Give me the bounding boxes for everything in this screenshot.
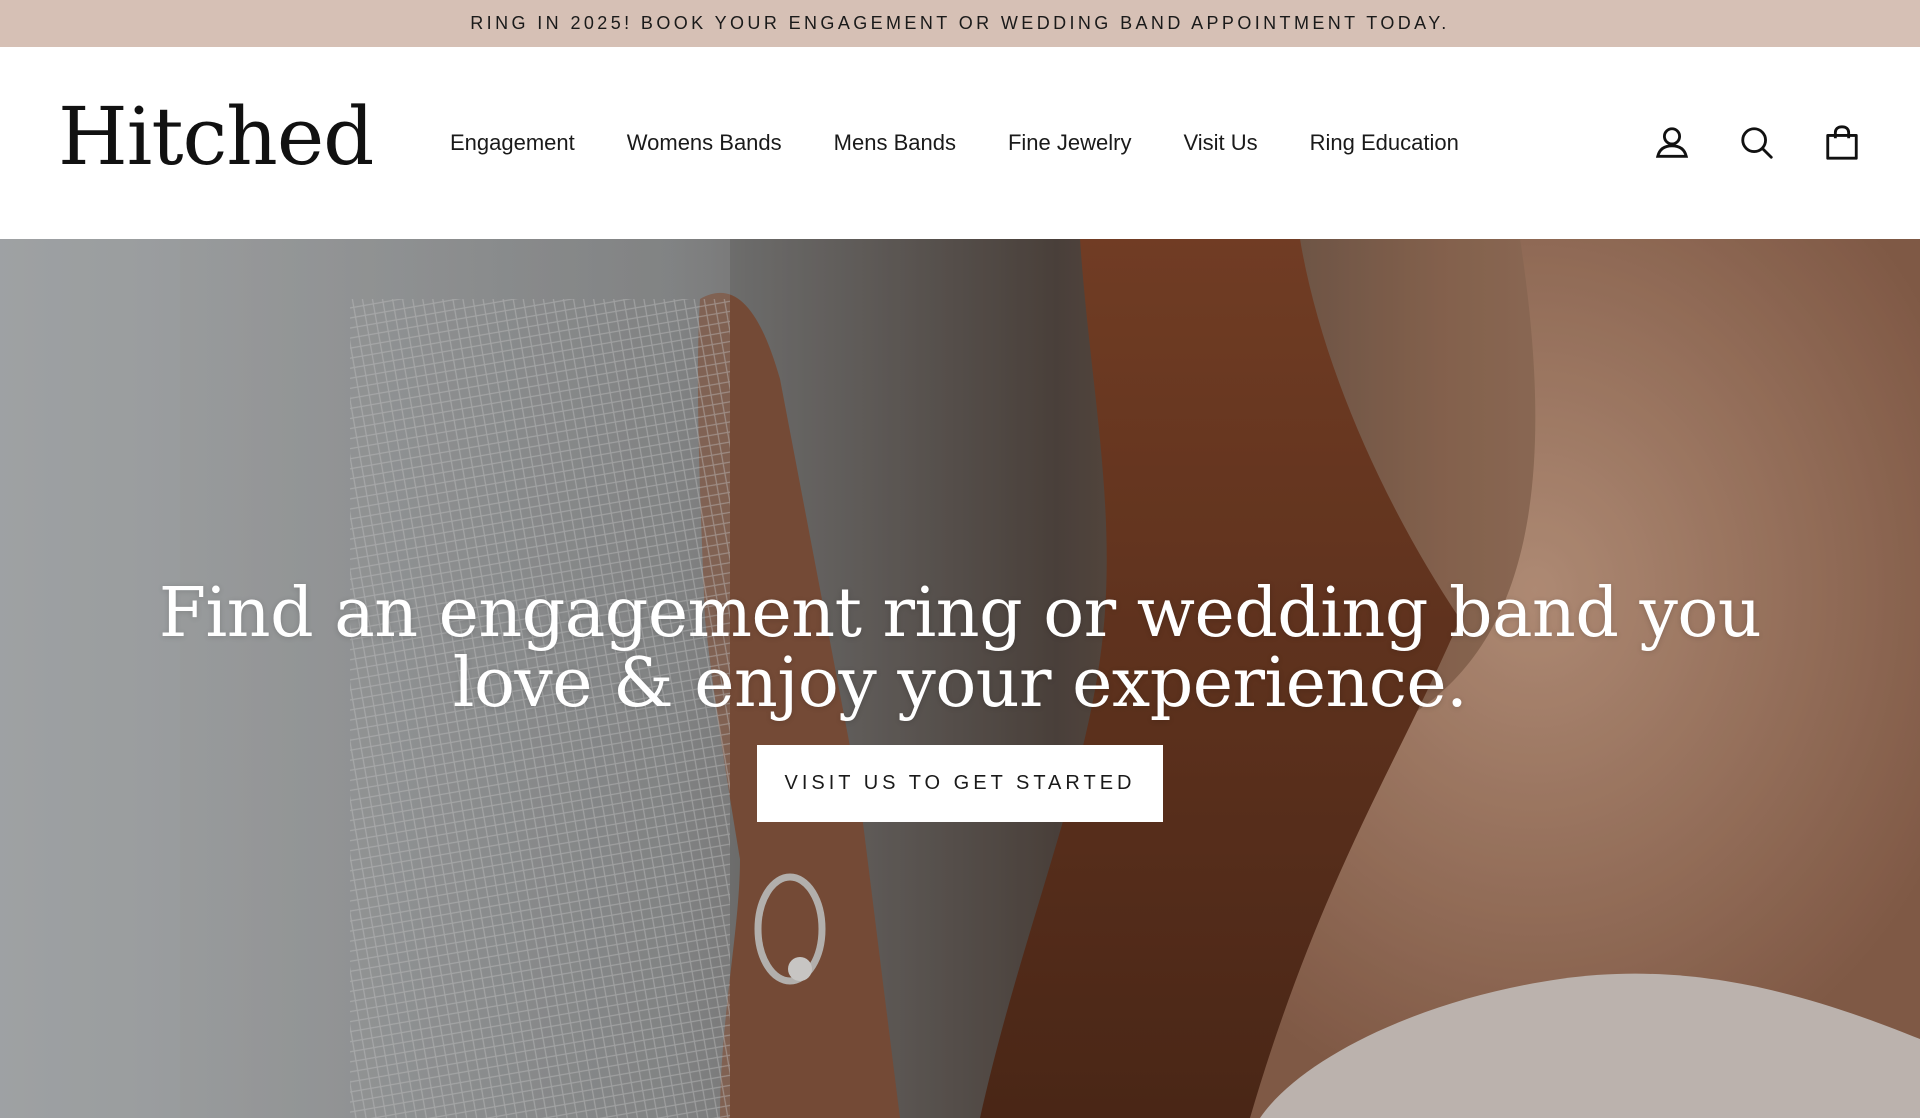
nav-item-womens-bands[interactable]: Womens Bands bbox=[601, 120, 808, 166]
site-header: Hitched Engagement Womens Bands Mens Ban… bbox=[0, 47, 1920, 239]
nav-item-engagement[interactable]: Engagement bbox=[450, 120, 601, 166]
account-button[interactable] bbox=[1652, 123, 1692, 163]
hero-heading: Find an engagement ring or wedding band … bbox=[158, 574, 1762, 723]
main-nav: Engagement Womens Bands Mens Bands Fine … bbox=[450, 47, 1485, 239]
hero-section: Find an engagement ring or wedding band … bbox=[0, 239, 1920, 1118]
site-logo[interactable]: Hitched bbox=[58, 97, 374, 177]
cart-button[interactable] bbox=[1822, 123, 1862, 163]
announcement-link[interactable]: RING IN 2025! BOOK YOUR ENGAGEMENT OR WE… bbox=[470, 13, 1449, 34]
announcement-bar: RING IN 2025! BOOK YOUR ENGAGEMENT OR WE… bbox=[0, 0, 1920, 47]
nav-item-mens-bands[interactable]: Mens Bands bbox=[808, 120, 982, 166]
header-icons bbox=[1652, 47, 1862, 239]
cart-icon bbox=[1826, 125, 1858, 160]
hero-content: Find an engagement ring or wedding band … bbox=[0, 579, 1920, 822]
nav-item-visit-us[interactable]: Visit Us bbox=[1157, 120, 1283, 166]
search-button[interactable] bbox=[1737, 123, 1777, 163]
account-icon bbox=[1655, 127, 1689, 158]
nav-item-fine-jewelry[interactable]: Fine Jewelry bbox=[982, 120, 1157, 166]
visit-us-button[interactable]: VISIT US TO GET STARTED bbox=[757, 745, 1163, 822]
nav-item-ring-education[interactable]: Ring Education bbox=[1284, 120, 1485, 166]
search-icon bbox=[1741, 127, 1773, 159]
